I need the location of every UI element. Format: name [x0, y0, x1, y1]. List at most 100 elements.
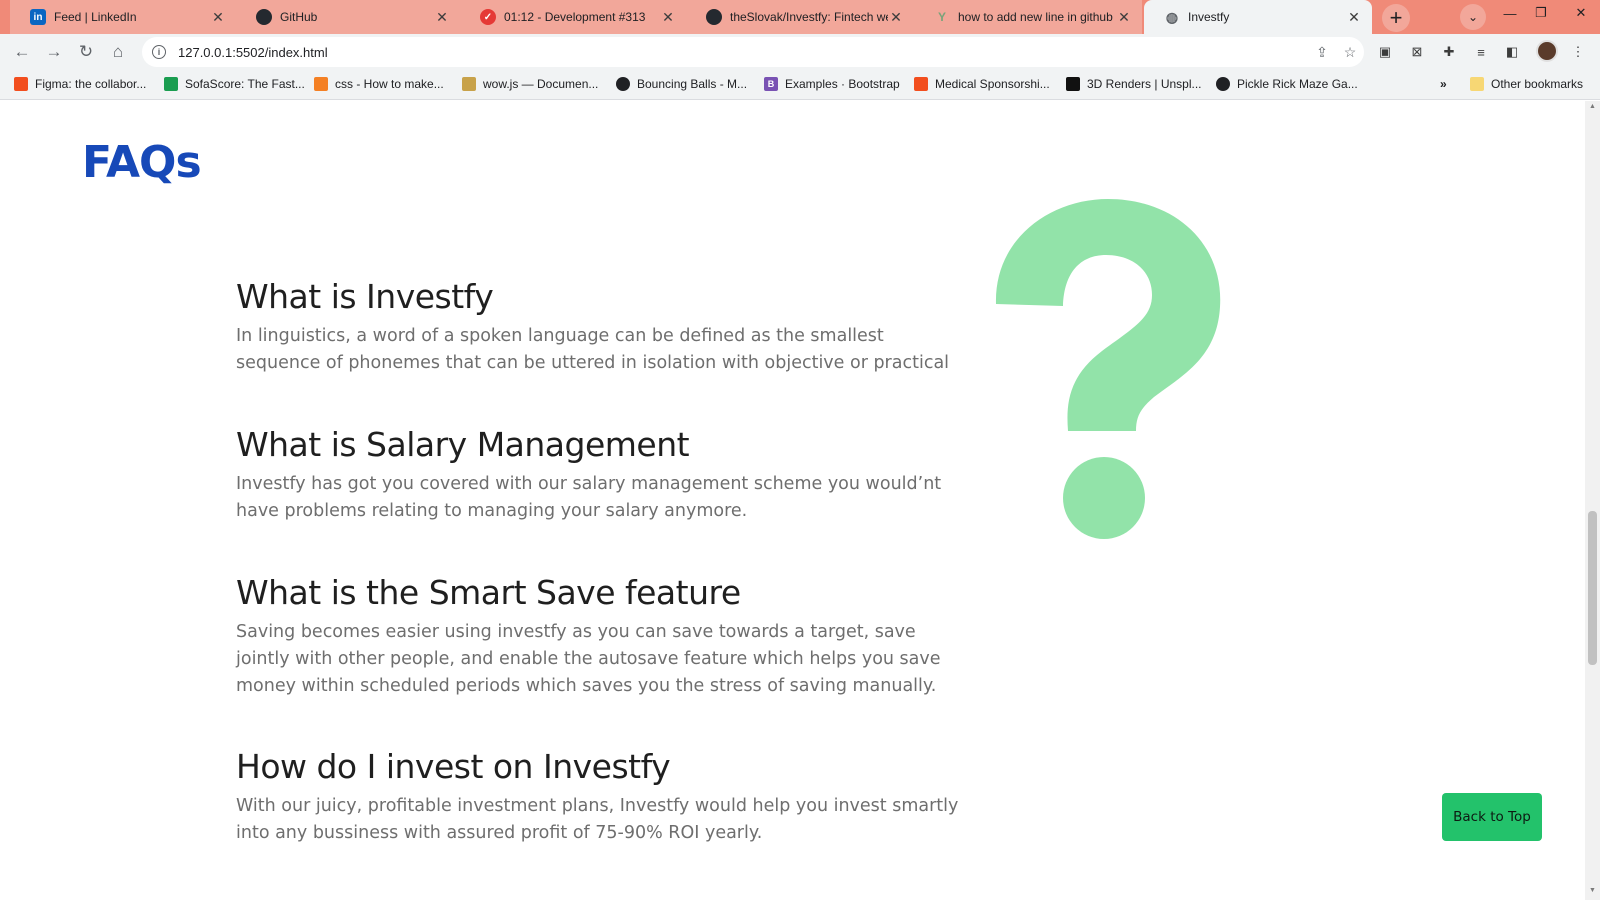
- bookmark-label: Bouncing Balls - M...: [637, 77, 748, 91]
- folder-icon: [1470, 77, 1484, 91]
- reload-icon[interactable]: ↻: [72, 38, 100, 66]
- faq-item: What is the Smart Save feature Saving be…: [236, 573, 966, 700]
- tab-investfy-active[interactable]: ◍ Investfy ✕: [1144, 0, 1372, 34]
- question-mark-curve: [995, 199, 1221, 431]
- window-close-icon[interactable]: ✕: [1566, 2, 1596, 24]
- gitter-icon: Y: [937, 10, 946, 24]
- faq-question: How do I invest on Investfy: [236, 747, 671, 786]
- restore-icon[interactable]: ❐: [1526, 2, 1556, 24]
- github-icon: [256, 9, 272, 25]
- linkedin-icon: in: [30, 9, 46, 25]
- site-info-icon[interactable]: i: [152, 45, 166, 59]
- github-icon: [706, 9, 722, 25]
- faq-question: What is Salary Management: [236, 425, 690, 464]
- unsplash-icon: [1066, 77, 1080, 91]
- bookmark-item[interactable]: 3D Renders | Unspl...: [1066, 77, 1202, 91]
- tab-github[interactable]: GitHub ✕: [236, 0, 460, 34]
- stackoverflow-icon: [314, 77, 328, 91]
- bookmark-label: Examples · Bootstrap: [785, 77, 900, 91]
- close-icon[interactable]: ✕: [888, 9, 904, 26]
- tab-title: GitHub: [280, 10, 318, 24]
- tab-strip: in Feed | LinkedIn ✕ GitHub ✕ ✓ 01:12 - …: [0, 0, 1600, 34]
- back-icon[interactable]: ←: [8, 38, 36, 66]
- bookmark-item[interactable]: Pickle Rick Maze Ga...: [1216, 77, 1358, 91]
- close-icon[interactable]: ✕: [434, 9, 450, 26]
- bookmark-label: SofaScore: The Fast...: [185, 77, 305, 91]
- bootstrap-icon: B: [764, 77, 778, 91]
- forward-icon[interactable]: →: [40, 38, 68, 66]
- back-to-top-button[interactable]: Back to Top: [1442, 793, 1542, 841]
- extension-icon[interactable]: ▣: [1375, 42, 1395, 62]
- share-icon[interactable]: ⇪: [1308, 44, 1336, 61]
- bookmark-label: Figma: the collabor...: [35, 77, 147, 91]
- avatar[interactable]: [1536, 40, 1558, 62]
- bookmark-item[interactable]: css - How to make...: [314, 77, 444, 91]
- faq-answer: Saving becomes easier using investfy as …: [236, 622, 941, 696]
- scroll-up-icon[interactable]: ▲: [1588, 103, 1597, 110]
- bookmark-item[interactable]: wow.js — Documen...: [462, 77, 598, 91]
- faq-answer: With our juicy, profitable investment pl…: [236, 796, 959, 843]
- puzzle-icon[interactable]: ✚: [1439, 42, 1459, 62]
- tab-github-newline[interactable]: Y how to add new line in github ✕: [914, 0, 1142, 34]
- bookmarks-bar: Figma: the collabor... SofaScore: The Fa…: [0, 70, 1600, 100]
- tab-search-button[interactable]: ⌄: [1460, 4, 1486, 30]
- more-bookmarks-button[interactable]: »: [1440, 77, 1447, 91]
- bookmark-label: Pickle Rick Maze Ga...: [1237, 77, 1358, 91]
- tab-development[interactable]: ✓ 01:12 - Development #313 ✕: [460, 0, 686, 34]
- side-panel-icon[interactable]: ◧: [1502, 42, 1522, 62]
- codepen-icon: [616, 77, 630, 91]
- tab-linkedin[interactable]: in Feed | LinkedIn ✕: [10, 0, 236, 34]
- question-mark-icon: [995, 199, 1221, 539]
- other-bookmarks[interactable]: Other bookmarks: [1470, 77, 1583, 91]
- tab-title: 01:12 - Development #313: [504, 10, 646, 24]
- sofascore-icon: [164, 77, 178, 91]
- bookmark-item[interactable]: B Examples · Bootstrap: [764, 77, 900, 91]
- minimize-icon[interactable]: —: [1495, 2, 1525, 24]
- figma-icon: [14, 77, 28, 91]
- close-icon[interactable]: ✕: [1116, 9, 1132, 26]
- close-icon[interactable]: ✕: [210, 9, 226, 26]
- extension-icon[interactable]: ⊠: [1407, 42, 1427, 62]
- status-check-icon: ✓: [480, 9, 496, 25]
- bookmark-label: css - How to make...: [335, 77, 444, 91]
- doge-icon: [462, 77, 476, 91]
- tab-title: Feed | LinkedIn: [54, 10, 137, 24]
- bookmark-item[interactable]: Bouncing Balls - M...: [616, 77, 747, 91]
- close-icon[interactable]: ✕: [1346, 9, 1362, 26]
- faq-item: What is Investfy In linguistics, a word …: [236, 277, 966, 377]
- other-bookmarks-label: Other bookmarks: [1491, 77, 1584, 91]
- menu-dots-icon[interactable]: ⋮: [1568, 42, 1588, 62]
- home-icon[interactable]: ⌂: [104, 38, 132, 66]
- bookmark-item[interactable]: Medical Sponsorshi...: [914, 77, 1050, 91]
- address-bar[interactable]: i 127.0.0.1:5502/index.html ⇪ ☆: [142, 37, 1364, 67]
- codepen-icon: [1216, 77, 1230, 91]
- close-icon[interactable]: ✕: [660, 9, 676, 26]
- scroll-thumb[interactable]: [1588, 511, 1597, 665]
- scroll-down-icon[interactable]: ▼: [1588, 887, 1597, 894]
- browser-toolbar: ← → ↻ ⌂ i 127.0.0.1:5502/index.html ⇪ ☆ …: [0, 34, 1600, 70]
- bookmark-label: wow.js — Documen...: [483, 77, 599, 91]
- faq-item: How do I invest on Investfy With our jui…: [236, 747, 966, 847]
- question-mark-dot: [1063, 457, 1145, 539]
- faq-item: What is Salary Management Investfy has g…: [236, 425, 966, 525]
- url-text[interactable]: 127.0.0.1:5502/index.html: [178, 45, 1308, 60]
- bookmark-label: 3D Renders | Unspl...: [1087, 77, 1202, 91]
- new-tab-button[interactable]: +: [1382, 4, 1410, 32]
- tab-investfy-repo[interactable]: theSlovak/Investfy: Fintech web ✕: [686, 0, 914, 34]
- bookmark-item[interactable]: Figma: the collabor...: [14, 77, 146, 91]
- media-control-icon[interactable]: ≡: [1471, 42, 1491, 62]
- tab-title: Investfy: [1188, 10, 1230, 24]
- page-viewport: FAQs What is Investfy In linguistics, a …: [0, 101, 1585, 900]
- bookmark-item[interactable]: SofaScore: The Fast...: [164, 77, 305, 91]
- faq-question: What is Investfy: [236, 277, 494, 316]
- bookmark-star-icon[interactable]: ☆: [1336, 44, 1364, 61]
- figma-icon: [914, 77, 928, 91]
- page-title: FAQs: [82, 137, 202, 188]
- faq-answer: Investfy has got you covered with our sa…: [236, 474, 942, 521]
- faq-answer: In linguistics, a word of a spoken langu…: [236, 326, 950, 373]
- tab-title: how to add new line in github: [958, 10, 1113, 24]
- tab-title: theSlovak/Investfy: Fintech web: [730, 10, 888, 24]
- scrollbar[interactable]: ▲ ▼: [1585, 101, 1600, 900]
- globe-icon: ◍: [1165, 8, 1179, 25]
- bookmark-label: Medical Sponsorshi...: [935, 77, 1050, 91]
